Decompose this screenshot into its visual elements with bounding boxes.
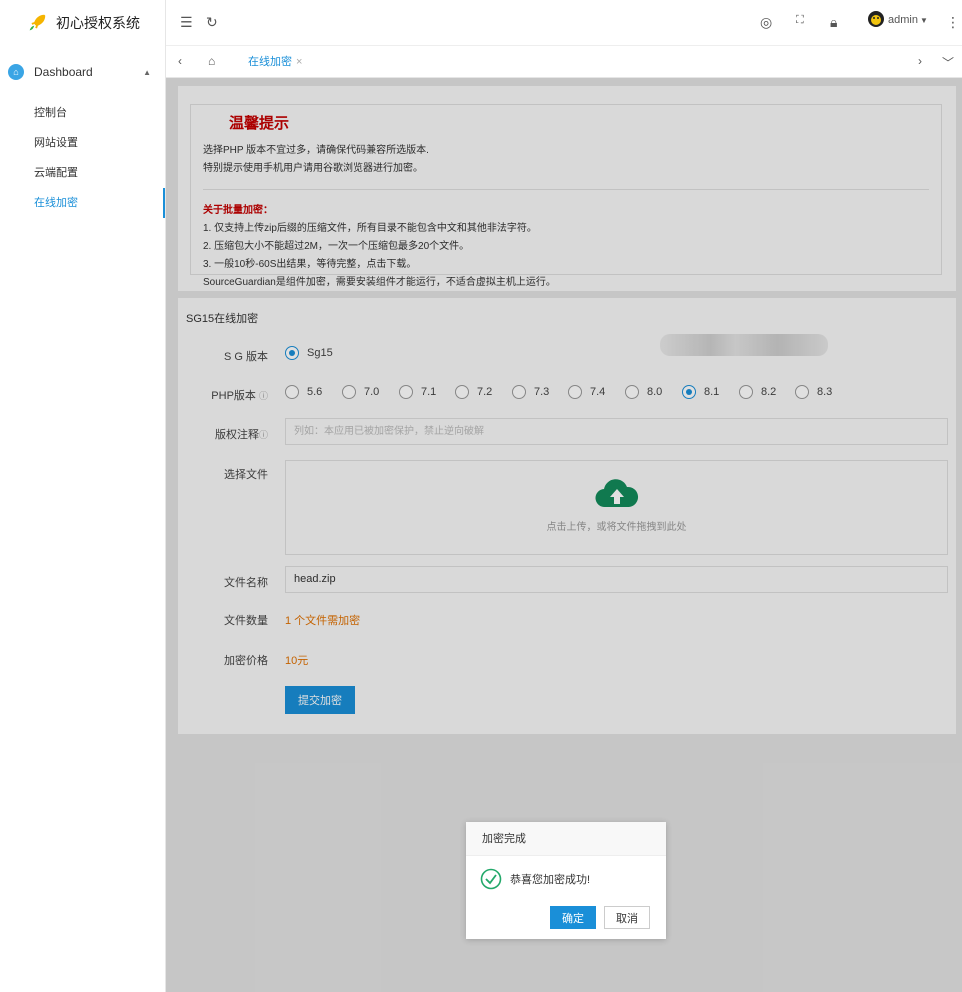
logo[interactable]: 初心授权系统 [0,0,165,46]
sidebar-item-site-settings[interactable]: 网站设置 [0,128,165,158]
tab-home-icon[interactable]: ⌂ [208,54,215,68]
menu-dashboard[interactable]: ⌂ Dashboard ▲ [0,46,165,98]
user-name: admin [888,14,918,26]
caret-up-icon: ▲ [143,67,151,77]
cancel-button[interactable]: 取消 [604,906,650,929]
tab-menu-icon[interactable]: ﹀ [942,54,954,71]
menu-dashboard-label: Dashboard [34,65,93,79]
tab-online-encrypt[interactable]: 在线加密 × [236,46,314,78]
rocket-icon [29,14,46,31]
sidebar-item-cloud-config[interactable]: 云端配置 [0,158,165,188]
tab-prev-icon[interactable]: ‹ [178,54,182,68]
dialog-message: 恭喜您加密成功! [510,874,591,886]
caret-down-icon: ▼ [919,15,928,25]
sidebar-item-console[interactable]: 控制台 [0,98,165,128]
dialog-title: 加密完成 [466,822,666,856]
tab-next-icon[interactable]: › [918,54,922,68]
tab-bar: ‹ ⌂ 在线加密 × › ﹀ [166,46,962,78]
sidebar-item-online-encrypt[interactable]: 在线加密 [0,188,165,218]
avatar [868,11,884,27]
top-header: ☰ ↻ ◎ ⛶ 🔒︎ admin ▼ ⋮ [166,0,962,46]
fullscreen-icon[interactable]: ⛶ [796,14,804,27]
menu-collapse-icon[interactable]: ☰ [180,14,193,31]
more-icon[interactable]: ⋮ [946,14,960,31]
lock-icon[interactable]: 🔒︎ [830,14,837,31]
success-dialog: 加密完成 恭喜您加密成功! 确定 取消 [466,822,666,939]
user-menu[interactable]: admin ▼ [866,10,928,30]
check-circle-icon [480,868,502,890]
home-icon: ⌂ [8,64,24,80]
globe-icon[interactable]: ◎ [760,14,772,31]
tab-label: 在线加密 [248,56,292,68]
refresh-icon[interactable]: ↻ [206,14,218,31]
sidebar: 初心授权系统 ⌂ Dashboard ▲ 控制台 网站设置 云端配置 在线加密 [0,0,166,992]
app-name: 初心授权系统 [56,15,140,31]
tab-close-icon[interactable]: × [296,56,302,68]
confirm-button[interactable]: 确定 [550,906,596,929]
